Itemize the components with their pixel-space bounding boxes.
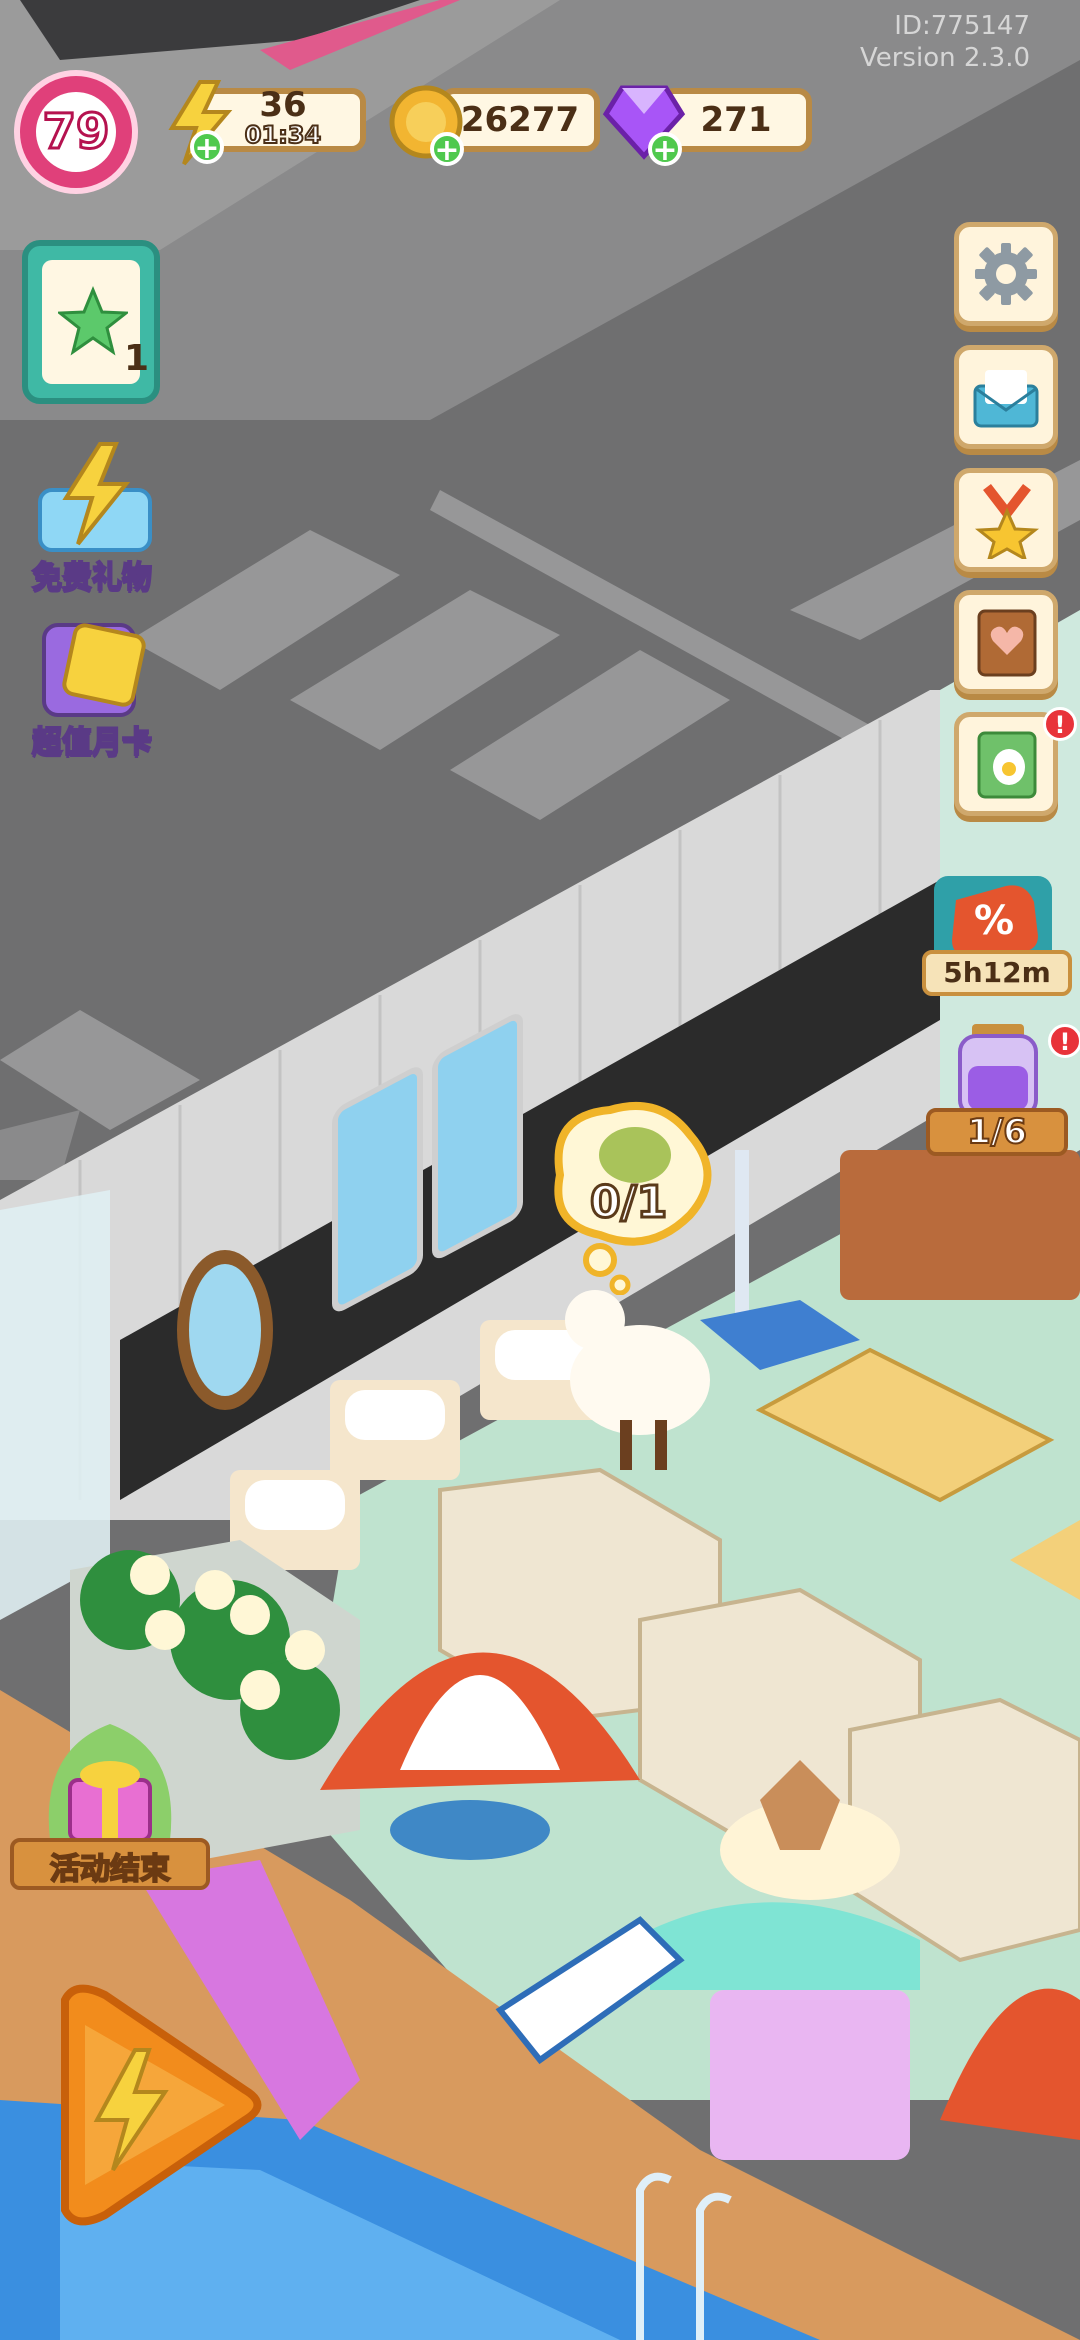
add-coins-button[interactable]: + <box>430 132 464 166</box>
event-label: 活动结束 <box>49 1851 171 1888</box>
monthly-card-button[interactable]: 超值月卡 <box>12 605 172 761</box>
svg-text:%: % <box>974 898 1014 944</box>
achievements-button[interactable] <box>954 468 1058 572</box>
level-badge[interactable]: 79 <box>14 70 138 194</box>
player-id: ID:775147 <box>894 11 1030 41</box>
medal-icon <box>974 483 1040 559</box>
add-energy-button[interactable]: + <box>190 130 224 164</box>
settings-button[interactable] <box>954 222 1058 326</box>
star-icon <box>58 286 128 356</box>
mail-button[interactable] <box>954 345 1058 449</box>
jar-progress-value: 1/6 <box>966 1111 1028 1153</box>
gem-value: 271 <box>700 100 772 140</box>
collection-book-button[interactable] <box>954 590 1058 694</box>
free-gift-button[interactable]: 免费礼物 <box>12 440 172 596</box>
gift-lightning-icon <box>38 442 152 552</box>
order-bubble[interactable]: 0/1 <box>540 1095 720 1296</box>
sale-offer-button[interactable]: % 5h12m <box>922 870 1072 1000</box>
heart-book-icon <box>977 609 1037 677</box>
alert-badge-icon: ! <box>1043 707 1077 741</box>
order-progress: 0/1 <box>588 1176 668 1230</box>
coin-value: 26277 <box>460 100 580 140</box>
monthly-card-label: 超值月卡 <box>31 724 153 761</box>
event-button[interactable]: 活动结束 <box>0 1720 220 1900</box>
level-number: 79 <box>41 103 111 162</box>
recipe-book-button[interactable]: ! <box>954 707 1077 816</box>
sale-timer: 5h12m <box>943 956 1051 989</box>
task-count: 1 <box>124 338 150 379</box>
jar-progress-button[interactable]: ! 1/6 <box>922 1020 1080 1160</box>
egg-book-icon <box>977 731 1037 799</box>
mail-icon <box>973 370 1039 428</box>
energy-value: 36 <box>259 85 307 125</box>
gold-card-icon <box>42 623 146 717</box>
add-gems-button[interactable]: + <box>648 132 682 166</box>
alert-badge-icon: ! <box>1048 1024 1080 1058</box>
gem-jar-icon <box>958 1024 1038 1118</box>
version-info: ID:775147 Version 2.3.0 <box>860 10 1030 74</box>
boost-button[interactable] <box>25 1980 265 2230</box>
version-label: Version 2.3.0 <box>859 43 1030 73</box>
gear-icon <box>975 243 1037 305</box>
energy-timer: 01:34 <box>244 120 322 150</box>
discount-tag-icon: % <box>952 885 1038 956</box>
task-clipboard-button[interactable]: 1 <box>22 240 160 404</box>
lightning-triangle-icon <box>61 1984 262 2226</box>
free-gift-label: 免费礼物 <box>31 559 153 596</box>
